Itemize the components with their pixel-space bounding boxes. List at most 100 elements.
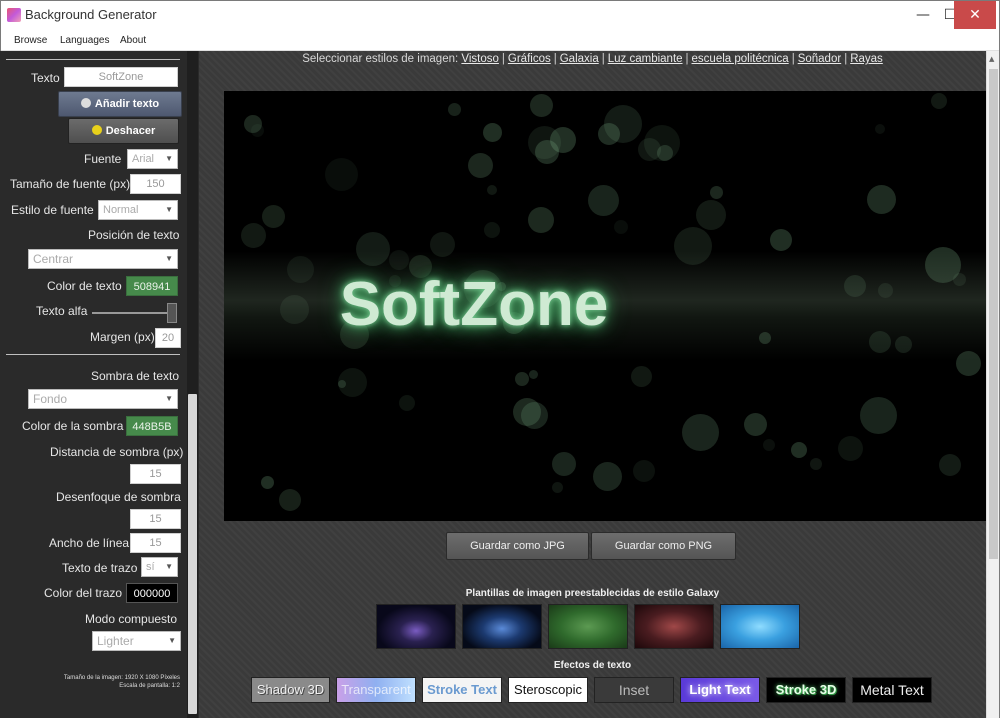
desenfoque-input[interactable]: 15: [130, 509, 181, 529]
save-jpg-button[interactable]: Guardar como JPG: [446, 532, 589, 560]
sidebar-scroll-thumb[interactable]: [188, 394, 197, 714]
modo-select[interactable]: Lighter ▼: [92, 631, 181, 651]
bokeh-particle: [552, 452, 576, 476]
distancia-input[interactable]: 15: [130, 464, 181, 484]
style-link-galaxia[interactable]: Galaxia: [560, 53, 599, 65]
style-link-sonador[interactable]: Soñador: [798, 53, 841, 65]
bokeh-particle: [593, 462, 622, 491]
trazo-select[interactable]: sí ▼: [141, 557, 178, 577]
template-thumb-4[interactable]: [634, 604, 714, 649]
sidebar-scrollbar[interactable]: [187, 51, 198, 718]
sombra-label: Sombra de texto: [91, 369, 180, 383]
bokeh-particle: [931, 93, 947, 109]
bokeh-particle: [682, 414, 719, 451]
style-selector: Seleccionar estilos de imagen: Vistoso | G…: [199, 51, 986, 69]
effects-title: Efectos de texto: [553, 660, 632, 671]
main-scroll-thumb[interactable]: [989, 69, 998, 559]
fuente-value: Arial: [132, 153, 155, 165]
add-text-label: Añadir texto: [94, 98, 160, 110]
separator: |: [685, 53, 689, 65]
templates-title: Plantillas de imagen preestablecidas de …: [465, 588, 720, 599]
alfa-slider-track[interactable]: [92, 312, 176, 314]
style-link-graficos[interactable]: Gráficos: [508, 53, 551, 65]
fuente-select[interactable]: Arial ▼: [127, 149, 178, 169]
bokeh-particle: [262, 205, 285, 228]
template-thumb-5[interactable]: [720, 604, 800, 649]
effect-transparent[interactable]: Transparent: [336, 677, 416, 703]
bokeh-particle: [763, 439, 775, 451]
bokeh-particle: [696, 200, 726, 230]
save-png-button[interactable]: Guardar como PNG: [591, 532, 736, 560]
bokeh-particle: [588, 185, 619, 216]
texto-label: Texto: [31, 71, 60, 85]
posicion-label: Posición de texto: [88, 228, 180, 242]
color-trazo-picker[interactable]: 000000: [126, 583, 178, 603]
posicion-select[interactable]: Centrar ▼: [28, 249, 178, 269]
close-icon[interactable]: ✕: [954, 1, 996, 29]
effect-steroscopic[interactable]: Steroscopic: [508, 677, 588, 703]
bokeh-particle: [468, 153, 493, 178]
style-link-vistoso[interactable]: Vistoso: [461, 53, 499, 65]
ancho-input[interactable]: 15: [130, 533, 181, 553]
scroll-up-icon[interactable]: ▲: [989, 55, 994, 63]
preview-text: SoftZone: [339, 270, 609, 339]
estilo-select[interactable]: Normal ▼: [98, 200, 178, 220]
effect-stroke-3d[interactable]: Stroke 3D: [766, 677, 846, 703]
effect-light-text[interactable]: Light Text: [680, 677, 760, 703]
alfa-label: Texto alfa: [36, 304, 88, 318]
effect-inset[interactable]: Inset: [594, 677, 674, 703]
bokeh-particle: [633, 460, 655, 482]
chevron-down-icon: ▼: [165, 562, 173, 571]
distancia-label: Distancia de sombra (px): [50, 445, 184, 459]
modo-value: Lighter: [97, 634, 134, 648]
color-sombra-picker[interactable]: 448B5B: [126, 416, 178, 436]
color-trazo-label: Color del trazo: [44, 586, 123, 600]
bokeh-particle: [399, 395, 415, 411]
bokeh-particle: [550, 127, 576, 153]
separator: |: [553, 53, 557, 65]
bokeh-particle: [744, 413, 767, 436]
bokeh-particle: [529, 370, 538, 379]
style-link-escuela-politecnica[interactable]: escuela politécnica: [692, 53, 789, 65]
menu-languages[interactable]: Languages: [60, 35, 110, 46]
bokeh-particle: [875, 124, 885, 134]
tamano-input[interactable]: 150: [130, 174, 181, 194]
menu-about[interactable]: About: [120, 35, 146, 46]
effect-metal-text[interactable]: Metal Text: [852, 677, 932, 703]
margen-label: Margen (px): [90, 330, 155, 344]
chevron-down-icon: ▼: [165, 254, 173, 263]
effect-stroke-text[interactable]: Stroke Text: [422, 677, 502, 703]
alfa-slider-thumb[interactable]: [167, 303, 177, 323]
image-info: Tamaño de la imagen: 1920 X 1080 Píxeles…: [10, 674, 180, 690]
settings-sidebar: Texto SoftZone Añadir texto Deshacer Fue…: [0, 51, 199, 718]
main-scrollbar[interactable]: ▲: [986, 51, 999, 718]
bokeh-particle: [770, 229, 792, 251]
template-thumb-1[interactable]: [376, 604, 456, 649]
sidebar-mid-divider: [6, 354, 180, 355]
effect-shadow-3d[interactable]: Shadow 3D: [251, 677, 330, 703]
menu-browse[interactable]: Browse: [14, 35, 47, 46]
color-texto-picker[interactable]: 508941: [126, 276, 178, 296]
bokeh-particle: [279, 489, 301, 511]
style-link-luz-cambiante[interactable]: Luz cambiante: [608, 53, 683, 65]
bokeh-particle: [810, 458, 822, 470]
screen-scale-text: Escala de pantalla: 1:2: [119, 683, 180, 689]
template-thumb-3[interactable]: [548, 604, 628, 649]
trazo-label: Texto de trazo: [62, 561, 138, 575]
bokeh-particle: [521, 402, 548, 429]
bokeh-particle: [710, 186, 723, 199]
bokeh-particle: [614, 220, 628, 234]
texto-input[interactable]: SoftZone: [64, 67, 178, 87]
chevron-down-icon: ▼: [165, 154, 173, 163]
sombra-select[interactable]: Fondo ▼: [28, 389, 178, 409]
sombra-value: Fondo: [33, 392, 68, 406]
separator: |: [844, 53, 848, 65]
style-link-rayas[interactable]: Rayas: [850, 53, 883, 65]
bokeh-particle: [860, 397, 897, 434]
bokeh-particle: [448, 103, 461, 116]
add-text-button[interactable]: Añadir texto: [58, 91, 182, 117]
margen-input[interactable]: 20: [155, 328, 181, 348]
undo-button[interactable]: Deshacer: [68, 118, 179, 144]
separator: |: [501, 53, 505, 65]
template-thumb-2[interactable]: [462, 604, 542, 649]
